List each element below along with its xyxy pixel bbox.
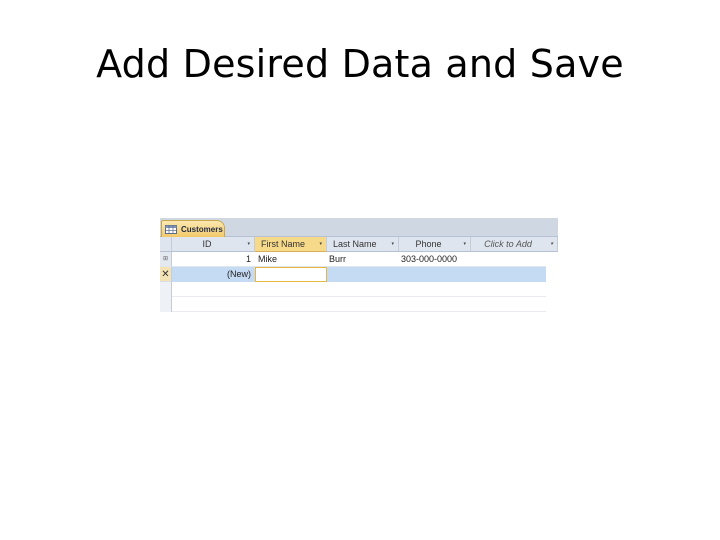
column-header-phone[interactable]: Phone ▾ [399, 237, 471, 252]
empty-cell [172, 297, 546, 312]
datasheet-grid: ID ▾ First Name ▾ Last Name ▾ Phone ▾ Cl… [160, 237, 558, 312]
cell-first-name-new[interactable] [255, 267, 327, 282]
cell-phone-new[interactable] [399, 267, 471, 282]
tab-label: Customers [181, 224, 223, 234]
cell-id-new[interactable]: (New) [172, 267, 255, 282]
datasheet-view: Customers ID ▾ First Name ▾ Last Name ▾ … [160, 218, 558, 322]
column-header-last-name[interactable]: Last Name ▾ [327, 237, 399, 252]
empty-row [160, 297, 558, 312]
column-header-first-name[interactable]: First Name ▾ [255, 237, 327, 252]
document-tab-strip: Customers [160, 218, 558, 237]
empty-cell [172, 282, 546, 297]
row-selector [160, 297, 172, 312]
chevron-down-icon[interactable]: ▾ [463, 237, 466, 251]
empty-row [160, 282, 558, 297]
chevron-down-icon[interactable]: ▾ [550, 237, 553, 251]
table-icon [165, 224, 177, 234]
cell-first-name[interactable]: Mike [255, 252, 327, 267]
chevron-down-icon[interactable]: ▾ [319, 237, 322, 251]
cell-last-name-new[interactable] [327, 267, 399, 282]
expand-icon[interactable]: ⊞ [160, 252, 172, 267]
cell-id[interactable]: 1 [172, 252, 255, 267]
chevron-down-icon[interactable]: ▾ [247, 237, 250, 251]
cell-click-to-add[interactable] [471, 252, 546, 267]
tab-customers[interactable]: Customers [161, 220, 225, 237]
close-icon[interactable]: ✕ [160, 267, 172, 282]
column-header-id[interactable]: ID ▾ [172, 237, 255, 252]
select-all-corner[interactable] [160, 237, 172, 252]
cell-click-to-add-new[interactable] [471, 267, 546, 282]
slide-title: Add Desired Data and Save [96, 42, 624, 86]
cell-last-name[interactable]: Burr [327, 252, 399, 267]
column-header-click-to-add[interactable]: Click to Add ▾ [471, 237, 558, 252]
new-record-row[interactable]: ✕ (New) [160, 267, 558, 282]
chevron-down-icon[interactable]: ▾ [391, 237, 394, 251]
row-selector [160, 282, 172, 297]
table-row[interactable]: ⊞ 1 Mike Burr 303-000-0000 [160, 252, 558, 267]
cell-phone[interactable]: 303-000-0000 [399, 252, 471, 267]
column-header-row: ID ▾ First Name ▾ Last Name ▾ Phone ▾ Cl… [160, 237, 558, 252]
